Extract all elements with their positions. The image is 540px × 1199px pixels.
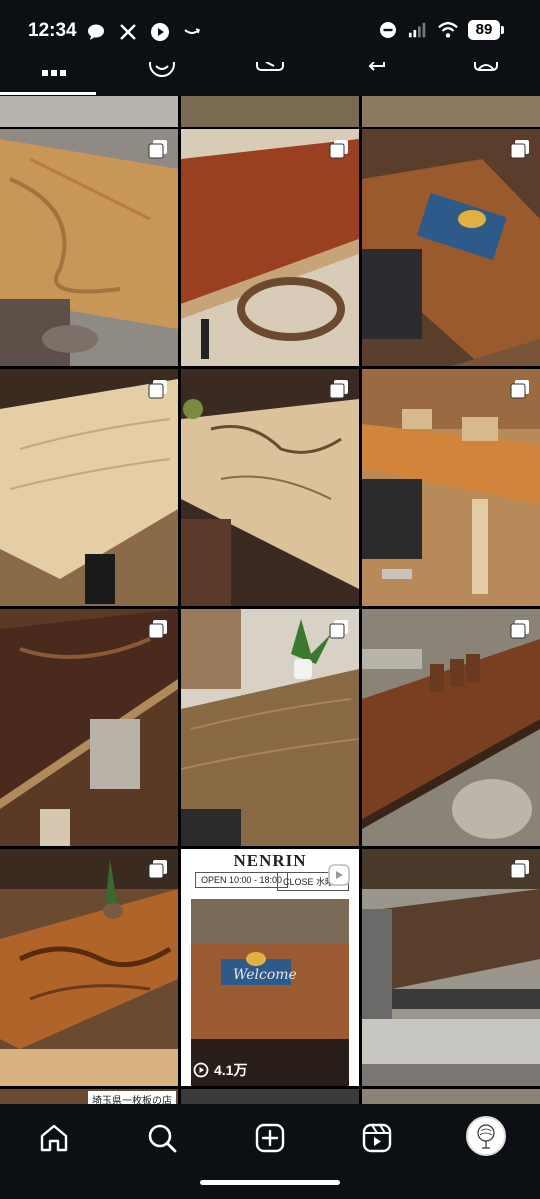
multiple-photos-icon — [510, 140, 529, 159]
post-image — [362, 609, 540, 846]
grid-post[interactable] — [0, 369, 178, 606]
home-icon — [40, 1124, 68, 1152]
play-count-icon — [193, 1062, 209, 1078]
profile-tabs — [0, 62, 540, 96]
status-bar: 12:34 89 — [0, 0, 540, 62]
multiple-photos-icon — [510, 380, 529, 399]
multiple-photos-icon — [510, 860, 529, 879]
post-image — [362, 849, 540, 1086]
post-image — [0, 369, 178, 606]
post-image — [362, 129, 540, 366]
nav-home[interactable] — [34, 1118, 74, 1158]
multiple-photos-icon — [148, 620, 167, 639]
nav-search[interactable] — [142, 1118, 182, 1158]
reel-image — [191, 899, 349, 1086]
grid-post[interactable] — [362, 609, 540, 846]
home-indicator[interactable] — [200, 1180, 340, 1185]
grid-post-partial[interactable] — [181, 1089, 359, 1104]
notification-icons — [86, 22, 202, 42]
multiple-photos-icon — [148, 380, 167, 399]
nav-reels[interactable] — [357, 1118, 397, 1158]
multiple-photos-icon — [148, 860, 167, 879]
signal-icon — [408, 20, 428, 40]
tab-tagged[interactable] — [432, 62, 540, 96]
nav-create[interactable] — [250, 1118, 290, 1158]
multiple-photos-icon — [329, 140, 348, 159]
reel-icon — [328, 864, 350, 886]
active-tab-indicator — [0, 92, 96, 95]
return-icon — [368, 62, 385, 71]
do-not-disturb-icon — [378, 20, 398, 40]
multiple-photos-icon — [329, 380, 348, 399]
x-logo-icon — [118, 22, 138, 42]
search-icon — [148, 1124, 177, 1153]
grid-post-partial[interactable] — [362, 1089, 540, 1104]
tab-video[interactable] — [216, 62, 324, 96]
reel-views: 4.1万 — [193, 1060, 247, 1080]
create-icon — [255, 1123, 285, 1153]
grid-post-partial[interactable] — [0, 96, 178, 127]
grid-post-partial[interactable] — [181, 96, 359, 127]
video-tab-icon — [256, 62, 284, 71]
welcome-text: Welcome — [233, 967, 297, 983]
grid-post-reel[interactable]: NENRIN OPEN 10:00 - 18:00 CLOSE 水曜日 Welc… — [181, 849, 359, 1086]
wifi-icon — [438, 20, 458, 40]
grid-post-partial[interactable] — [362, 96, 540, 127]
multiple-photos-icon — [329, 620, 348, 639]
tab-reels[interactable] — [108, 62, 216, 96]
post-image — [0, 129, 178, 366]
grid-post[interactable] — [362, 849, 540, 1086]
grid-post[interactable] — [181, 369, 359, 606]
view-count: 4.1万 — [214, 1062, 248, 1078]
amazon-smile-icon — [182, 22, 202, 42]
grid-post[interactable] — [181, 129, 359, 366]
grid-post[interactable] — [0, 849, 178, 1086]
post-image — [181, 369, 359, 606]
profile-avatar[interactable] — [466, 1116, 506, 1156]
open-hours: OPEN 10:00 - 18:00 — [195, 872, 289, 888]
reels-icon — [362, 1123, 392, 1153]
grid-icon — [42, 70, 66, 76]
tagged-icon — [474, 62, 498, 71]
multiple-photos-icon — [148, 140, 167, 159]
post-grid: NENRIN OPEN 10:00 - 18:00 CLOSE 水曜日 Welc… — [0, 96, 540, 1104]
grid-post[interactable] — [362, 129, 540, 366]
grid-post[interactable] — [0, 129, 178, 366]
post-image — [0, 849, 178, 1086]
grid-post[interactable] — [362, 369, 540, 606]
post-image — [181, 129, 359, 366]
tab-return[interactable] — [324, 62, 432, 96]
tree-logo-icon — [477, 1124, 495, 1149]
reels-tab-icon — [149, 62, 175, 77]
grid-post[interactable] — [0, 609, 178, 846]
post-image — [181, 609, 359, 846]
status-time: 12:34 — [28, 20, 77, 41]
tab-grid[interactable] — [0, 62, 108, 96]
play-circle-icon — [150, 22, 170, 42]
status-right: 89 — [378, 20, 504, 40]
multiple-photos-icon — [510, 620, 529, 639]
post-image — [0, 609, 178, 846]
battery-level: 89 — [468, 20, 500, 40]
chat-bubble-icon — [86, 22, 106, 42]
post-image — [362, 369, 540, 606]
battery-icon: 89 — [468, 20, 504, 40]
grid-post[interactable] — [181, 609, 359, 846]
